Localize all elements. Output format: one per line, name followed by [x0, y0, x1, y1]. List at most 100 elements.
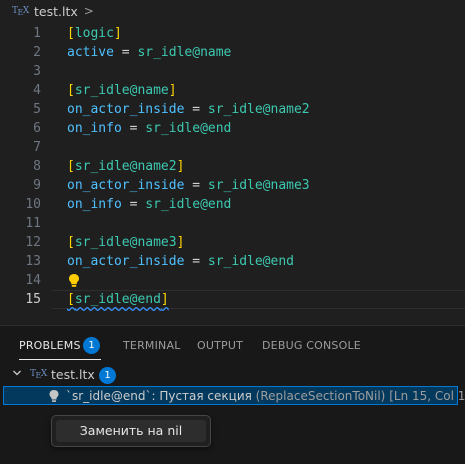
- code-text: on_info = sr_idle@end: [67, 119, 231, 138]
- section-header: [sr_idle@name2]: [67, 159, 184, 174]
- line-number: 8: [33, 159, 41, 174]
- code-value: sr_idle@name2: [207, 102, 310, 117]
- problems-file-group[interactable]: TEX test.ltx 1: [0, 364, 465, 386]
- quick-fix-replace-nil[interactable]: Заменить на nil: [56, 420, 206, 442]
- panel-tabs: PROBLEMS 1 TERMINAL OUTPUT DEBUG CONSOLE: [0, 326, 465, 361]
- code-text: on_actor_inside = sr_idle@name3: [67, 176, 310, 195]
- code-line[interactable]: 6 on_info = sr_idle@end: [0, 119, 465, 138]
- close-bracket: ]: [168, 83, 177, 98]
- active-tab-indicator: [19, 359, 101, 360]
- code-line[interactable]: 7: [0, 138, 465, 157]
- code-equals: =: [121, 121, 146, 136]
- code-line[interactable]: 2 active = sr_idle@name: [0, 43, 465, 62]
- section-name: logic: [74, 26, 114, 41]
- line-number: 6: [33, 121, 41, 136]
- code-line[interactable]: 1 [logic]: [0, 24, 465, 43]
- line-number: 13: [25, 254, 41, 269]
- line-number: 10: [25, 197, 41, 212]
- tex-file-icon: TEX: [30, 369, 47, 380]
- section-header: [sr_idle@name]: [67, 83, 177, 98]
- section-header: [sr_idle@end]: [67, 292, 169, 307]
- close-bracket: ]: [113, 26, 122, 41]
- code-value: sr_idle@name3: [207, 178, 310, 193]
- code-equals: =: [184, 178, 208, 193]
- line-number: 12: [25, 235, 41, 250]
- code-key: on_info: [67, 197, 122, 212]
- open-bracket: [: [67, 26, 75, 41]
- code-text: [sr_idle@name]: [67, 81, 177, 100]
- problems-file-name: test.ltx: [51, 367, 95, 382]
- code-text: on_info = sr_idle@end: [67, 195, 231, 214]
- code-line[interactable]: 11: [0, 214, 465, 233]
- code-line[interactable]: 10 on_info = sr_idle@end: [0, 195, 465, 214]
- code-editor[interactable]: 1 [logic] 2 active = sr_idle@name 3 4 [sr_idle…: [0, 24, 465, 316]
- lightbulb-icon[interactable]: [48, 389, 60, 403]
- code-equals: =: [113, 45, 138, 60]
- code-line[interactable]: 12 [sr_idle@name3]: [0, 233, 465, 252]
- code-line[interactable]: 15 [sr_idle@end]: [0, 290, 465, 309]
- problem-location: [Ln 15, Col 1]: [389, 389, 465, 403]
- code-key: on_actor_inside: [67, 102, 185, 117]
- close-bracket: ]: [176, 159, 185, 174]
- quick-fix-menu: Заменить на nil: [51, 415, 211, 447]
- tab-debug-console[interactable]: DEBUG CONSOLE: [262, 339, 361, 352]
- breadcrumb-separator: >: [83, 4, 94, 18]
- code-equals: =: [184, 254, 208, 269]
- open-bracket: [: [67, 235, 75, 250]
- close-bracket: ]: [160, 292, 169, 307]
- code-value: sr_idle@end: [145, 197, 232, 212]
- code-equals: =: [121, 197, 146, 212]
- code-line[interactable]: 4 [sr_idle@name]: [0, 81, 465, 100]
- code-text: [sr_idle@name2]: [67, 157, 184, 176]
- code-line[interactable]: 3: [0, 62, 465, 81]
- section-header: [logic]: [67, 26, 122, 41]
- code-line[interactable]: 5 on_actor_inside = sr_idle@name2: [0, 100, 465, 119]
- breadcrumb-file[interactable]: test.ltx: [34, 4, 78, 19]
- code-text: on_actor_inside = sr_idle@end: [67, 252, 294, 271]
- problem-source: (ReplaceSectionToNil): [255, 389, 386, 403]
- file-problem-count-badge: 1: [99, 367, 116, 384]
- code-line[interactable]: 13 on_actor_inside = sr_idle@end: [0, 252, 465, 271]
- section-name: sr_idle@end: [74, 292, 161, 307]
- chevron-down-icon[interactable]: [12, 368, 22, 378]
- tex-file-icon: TEX: [12, 5, 29, 17]
- line-number: 1: [33, 26, 41, 41]
- line-number: 15: [25, 292, 41, 307]
- code-text: on_actor_inside = sr_idle@name2: [67, 100, 310, 119]
- section-name: sr_idle@name: [74, 83, 169, 98]
- code-line[interactable]: 9 on_actor_inside = sr_idle@name3: [0, 176, 465, 195]
- line-number: 11: [25, 216, 41, 231]
- line-number: 3: [33, 64, 41, 79]
- code-value: sr_idle@name: [137, 45, 232, 60]
- line-number: 14: [25, 273, 41, 288]
- code-value: sr_idle@end: [145, 121, 232, 136]
- tab-terminal[interactable]: TERMINAL: [123, 339, 181, 352]
- section-header: [sr_idle@name3]: [67, 235, 184, 250]
- code-text: active = sr_idle@name: [67, 43, 231, 62]
- code-key: active: [67, 45, 114, 60]
- line-number: 9: [33, 178, 41, 193]
- section-name: sr_idle@name3: [74, 235, 177, 250]
- line-number: 5: [33, 102, 41, 117]
- code-text: [sr_idle@name3]: [67, 233, 184, 252]
- code-key: on_actor_inside: [67, 254, 185, 269]
- problem-text: `sr_idle@end`: Пустая секция (ReplaceSec…: [66, 389, 465, 403]
- line-number: 7: [33, 140, 41, 155]
- tab-problems[interactable]: PROBLEMS: [19, 339, 81, 352]
- close-bracket: ]: [176, 235, 185, 250]
- code-key: on_info: [67, 121, 122, 136]
- problem-message: `sr_idle@end`: Пустая секция: [66, 389, 252, 403]
- breadcrumb: TEX test.ltx >: [0, 0, 465, 22]
- open-bracket: [: [67, 83, 75, 98]
- code-equals: =: [184, 102, 208, 117]
- problem-item[interactable]: `sr_idle@end`: Пустая секция (ReplaceSec…: [3, 386, 465, 405]
- problems-count-badge: 1: [83, 337, 100, 354]
- code-line[interactable]: 8 [sr_idle@name2]: [0, 157, 465, 176]
- code-line[interactable]: 14: [0, 271, 465, 290]
- line-number: 4: [33, 83, 41, 98]
- lightbulb-icon[interactable]: [67, 273, 81, 288]
- bottom-panel: PROBLEMS 1 TERMINAL OUTPUT DEBUG CONSOLE…: [0, 325, 465, 464]
- tab-output[interactable]: OUTPUT: [197, 339, 243, 352]
- code-value: sr_idle@end: [207, 254, 294, 269]
- code-text: [sr_idle@end]: [67, 290, 169, 309]
